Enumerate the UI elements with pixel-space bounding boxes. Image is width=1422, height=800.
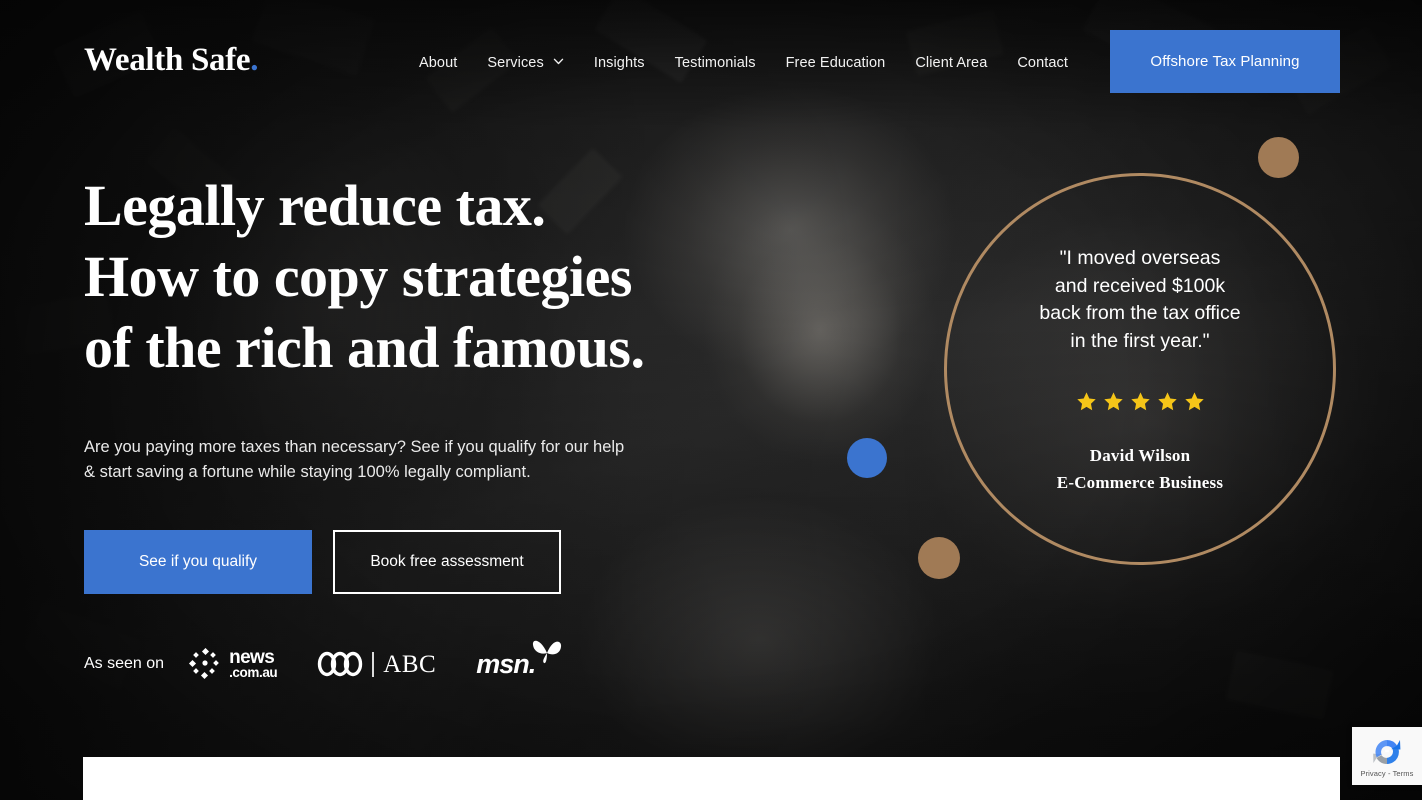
- headline-line-3: of the rich and famous.: [84, 315, 645, 380]
- nav-item-client-area[interactable]: Client Area: [900, 55, 1002, 71]
- recaptcha-icon: [1371, 736, 1403, 768]
- recaptcha-privacy-terms-label: Privacy - Terms: [1360, 769, 1414, 778]
- nav-item-contact[interactable]: Contact: [1002, 55, 1083, 71]
- star-icon: [1130, 391, 1151, 412]
- nav-label: Free Education: [785, 55, 886, 71]
- site-header: Wealth Safe. About Services Insights Tes…: [0, 0, 1422, 94]
- abc-logo[interactable]: ABC: [315, 651, 436, 677]
- nav-item-insights[interactable]: Insights: [579, 55, 660, 71]
- abc-wordmark: ABC: [383, 650, 437, 678]
- testimonial-card: "I moved overseas and received $100k bac…: [944, 173, 1336, 565]
- nav-item-services[interactable]: Services: [472, 55, 578, 71]
- as-seen-on-row: As seen on news .com.au ABC msn.: [84, 640, 567, 680]
- nav-item-about[interactable]: About: [404, 55, 472, 71]
- hero-content: Legally reduce tax. How to copy strategi…: [84, 170, 724, 594]
- subtext-line-2: & start saving a fortune while staying 1…: [84, 463, 531, 481]
- star-icon: [1076, 391, 1097, 412]
- cta-label: Offshore Tax Planning: [1150, 53, 1300, 70]
- abc-lissajous-icon: [315, 651, 365, 677]
- decorative-dot-blue: [847, 438, 887, 478]
- msn-wordmark: msn.: [476, 649, 536, 679]
- hero-headline: Legally reduce tax. How to copy strategi…: [84, 170, 724, 383]
- news-logo-line-1: news: [229, 647, 275, 669]
- subtext-line-1: Are you paying more taxes than necessary…: [84, 438, 625, 456]
- headline-line-2: How to copy strategies: [84, 244, 632, 309]
- news-dots-icon: [188, 647, 224, 680]
- nav-label: About: [419, 55, 458, 71]
- testimonial-author-name: David Wilson: [1089, 446, 1191, 465]
- as-seen-on-label: As seen on: [84, 655, 165, 672]
- book-free-assessment-button[interactable]: Book free assessment: [333, 530, 561, 594]
- rating-stars: [1076, 391, 1205, 412]
- nav-label: Contact: [1017, 55, 1069, 71]
- main-navigation: About Services Insights Testimonials Fre…: [404, 50, 1083, 76]
- star-icon: [1157, 391, 1178, 412]
- primary-button-label: See if you qualify: [138, 553, 258, 570]
- site-logo-dot: .: [250, 42, 259, 78]
- nav-item-free-education[interactable]: Free Education: [771, 55, 901, 71]
- star-icon: [1103, 391, 1124, 412]
- recaptcha-badge[interactable]: Privacy - Terms: [1352, 727, 1422, 785]
- news-logo-line-2: .com.au: [229, 664, 278, 680]
- hero-button-row: See if you qualify Book free assessment: [84, 530, 724, 594]
- content-panel-below-hero: [83, 757, 1340, 800]
- butterfly-icon: [531, 637, 563, 665]
- see-if-you-qualify-button[interactable]: See if you qualify: [84, 530, 312, 594]
- decorative-dot-tan-top: [1258, 137, 1299, 178]
- star-icon: [1184, 391, 1205, 412]
- nav-label: Services: [487, 55, 544, 71]
- msn-logo[interactable]: msn.: [476, 640, 567, 679]
- secondary-button-label: Book free assessment: [370, 553, 524, 570]
- nav-label: Client Area: [915, 55, 988, 71]
- nav-item-testimonials[interactable]: Testimonials: [660, 55, 771, 71]
- chevron-down-icon: [553, 56, 564, 67]
- nav-label: Testimonials: [674, 55, 756, 71]
- offshore-tax-planning-button[interactable]: Offshore Tax Planning: [1110, 30, 1340, 93]
- testimonial-quote: "I moved overseas and received $100k bac…: [1039, 247, 1241, 352]
- testimonial-author-role: E-Commerce Business: [1056, 473, 1224, 492]
- headline-line-1: Legally reduce tax.: [84, 173, 546, 238]
- site-logo[interactable]: Wealth Safe.: [84, 42, 259, 78]
- site-logo-text: Wealth Safe: [84, 42, 251, 78]
- abc-divider: [372, 651, 375, 677]
- hero-subtext: Are you paying more taxes than necessary…: [84, 435, 709, 485]
- nav-label: Insights: [593, 55, 645, 71]
- news-wordmark: news .com.au: [229, 647, 278, 680]
- news-com-au-logo[interactable]: news .com.au: [188, 647, 278, 680]
